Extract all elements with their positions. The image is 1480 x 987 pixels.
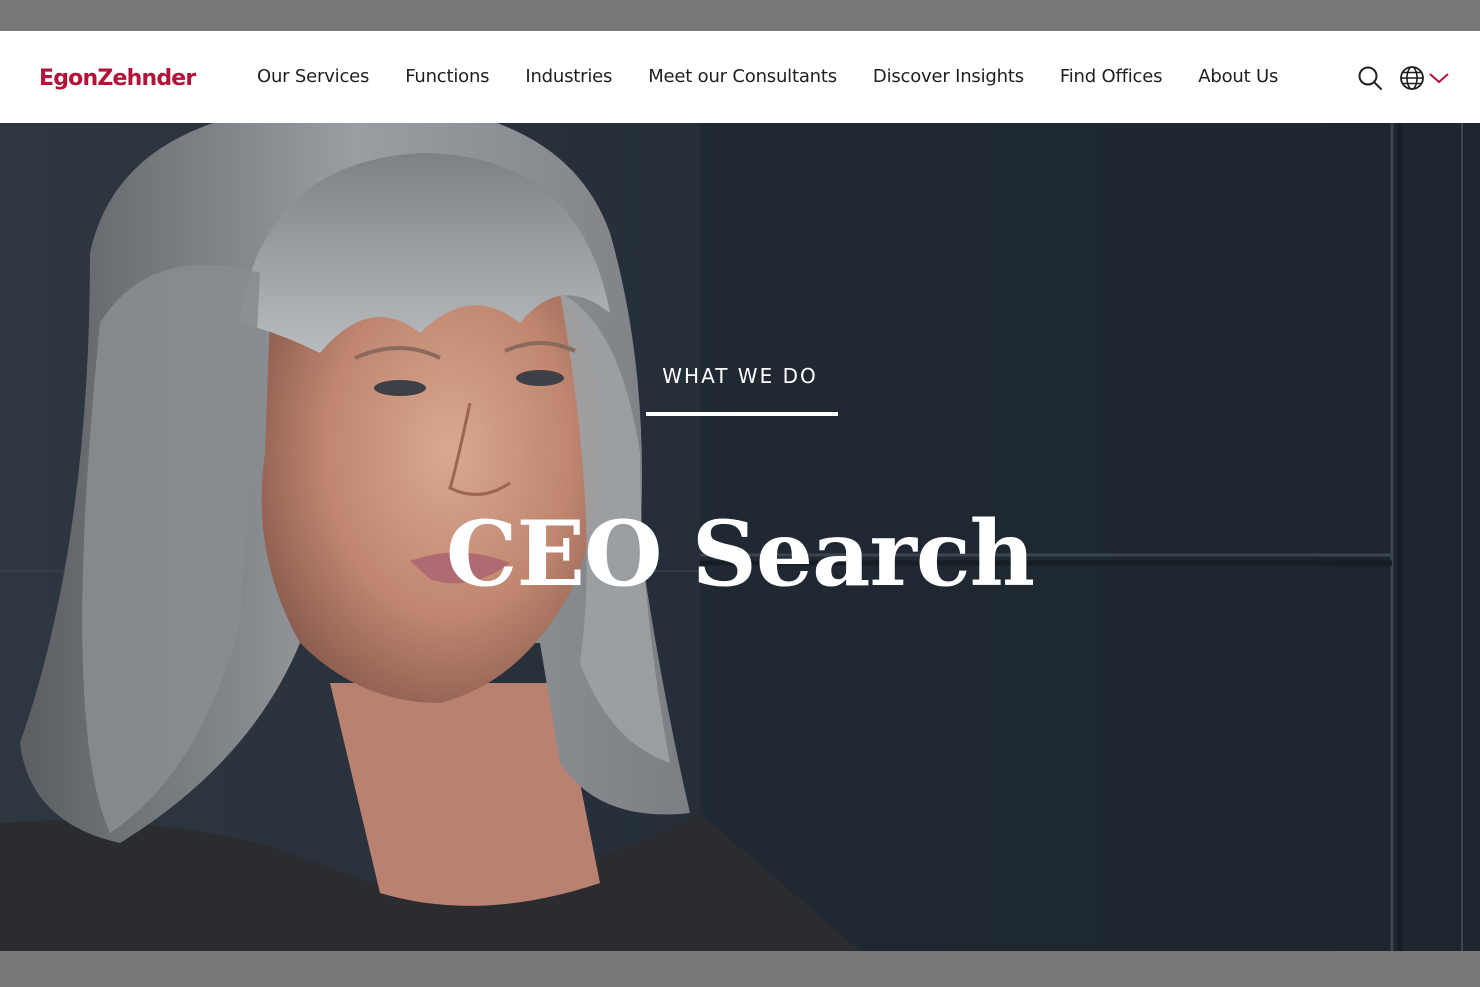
egon-zehnder-logo[interactable]: EgonZehnder <box>39 61 199 101</box>
logo-text: EgonZehnder <box>39 66 196 91</box>
hero-banner: WHAT WE DO CEO Search <box>0 123 1480 951</box>
main-nav: Our Services Functions Industries Meet o… <box>257 66 1314 87</box>
nav-item-industries[interactable]: Industries <box>525 66 612 87</box>
browser-top-strip <box>0 0 1480 31</box>
logo-wordmark: EgonZehnder <box>39 66 197 91</box>
hero-title: CEO Search <box>445 501 1035 607</box>
nav-item-discover-insights[interactable]: Discover Insights <box>873 66 1024 87</box>
nav-item-our-services[interactable]: Our Services <box>257 66 369 87</box>
globe-icon[interactable] <box>1398 64 1426 97</box>
header-icons <box>1356 64 1450 97</box>
hero-eyebrow: WHAT WE DO <box>662 364 818 388</box>
chevron-down-icon[interactable] <box>1428 70 1450 91</box>
site-header: EgonZehnder Our Services Functions Indus… <box>0 31 1480 123</box>
nav-item-about-us[interactable]: About Us <box>1198 66 1278 87</box>
search-icon[interactable] <box>1356 64 1384 97</box>
nav-item-meet-consultants[interactable]: Meet our Consultants <box>648 66 837 87</box>
eyebrow-underline <box>646 412 838 416</box>
nav-item-find-offices[interactable]: Find Offices <box>1060 66 1163 87</box>
browser-bottom-strip <box>0 951 1480 987</box>
nav-item-functions[interactable]: Functions <box>405 66 489 87</box>
